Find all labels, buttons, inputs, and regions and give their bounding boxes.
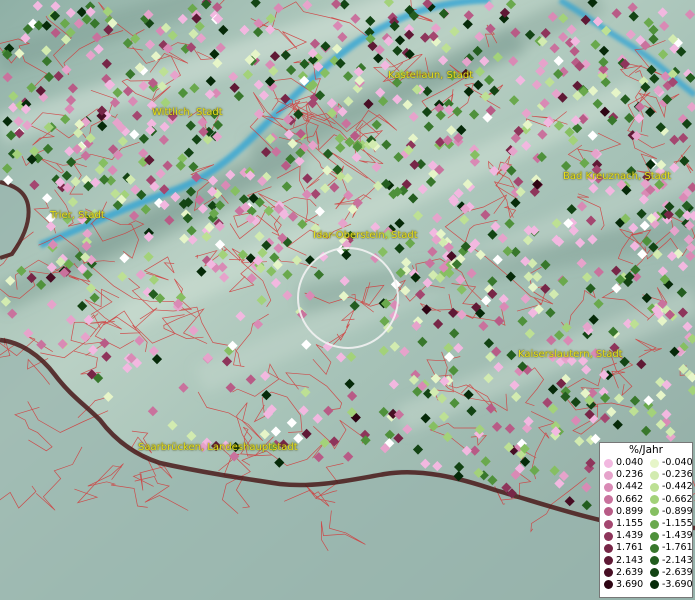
legend-entry: -0.040 <box>646 457 693 469</box>
legend-swatch <box>650 495 659 505</box>
legend-entry: -0.442 <box>646 481 693 493</box>
legend-entry: 0.442 <box>600 481 646 493</box>
legend-swatch <box>650 556 659 566</box>
legend-swatch <box>604 556 613 566</box>
legend-swatch <box>650 543 659 553</box>
legend-entry: -1.439 <box>646 530 693 542</box>
legend-swatch <box>604 568 613 578</box>
legend-swatch <box>604 519 613 529</box>
legend-entry: 0.899 <box>600 506 646 518</box>
legend-entry: 0.040 <box>600 457 646 469</box>
legend-entry: 1.155 <box>600 518 646 530</box>
legend-swatch <box>604 482 613 492</box>
legend-entry: -0.236 <box>646 469 693 481</box>
legend-entry: -2.639 <box>646 567 693 579</box>
legend-swatch <box>604 531 613 541</box>
legend-title: %/Jahr <box>628 444 664 456</box>
legend-positive-column: 0.040 0.236 0.442 0.662 0.899 1.155 1.43… <box>600 457 646 591</box>
legend-entry: 0.236 <box>600 469 646 481</box>
legend-negative-column: -0.040 -0.236 -0.442 -0.662 -0.899 -1.15… <box>646 457 693 591</box>
legend-swatch <box>650 458 659 468</box>
legend-entry: 1.761 <box>600 542 646 554</box>
map-view[interactable]: Kastellaun, Stadt Wittlich, Stadt Bad Kr… <box>0 0 695 600</box>
legend-entry: 2.143 <box>600 555 646 567</box>
legend-entry: -0.662 <box>646 494 693 506</box>
legend-swatch <box>650 507 659 517</box>
legend-entry: -2.143 <box>646 555 693 567</box>
legend-swatch <box>650 568 659 578</box>
legend-swatch <box>604 458 613 468</box>
legend-swatch <box>604 470 613 480</box>
legend-entry: -0.899 <box>646 506 693 518</box>
map-legend: %/Jahr 0.040 0.236 0.442 0.662 0.899 1.1… <box>599 442 693 598</box>
legend-swatch <box>604 580 613 590</box>
legend-entry: 0.662 <box>600 494 646 506</box>
legend-swatch <box>650 519 659 529</box>
legend-swatch <box>650 531 659 541</box>
legend-swatch <box>604 507 613 517</box>
legend-swatch <box>604 543 613 553</box>
legend-swatch <box>650 580 659 590</box>
legend-swatch <box>650 470 659 480</box>
legend-entry: -1.155 <box>646 518 693 530</box>
legend-entry: 1.439 <box>600 530 646 542</box>
legend-entry: -3.690 <box>646 579 693 591</box>
legend-entry: 3.690 <box>600 579 646 591</box>
legend-entry: -1.761 <box>646 542 693 554</box>
legend-entry: 2.639 <box>600 567 646 579</box>
legend-swatch <box>604 495 613 505</box>
map-canvas[interactable] <box>0 0 695 600</box>
legend-swatch <box>650 482 659 492</box>
